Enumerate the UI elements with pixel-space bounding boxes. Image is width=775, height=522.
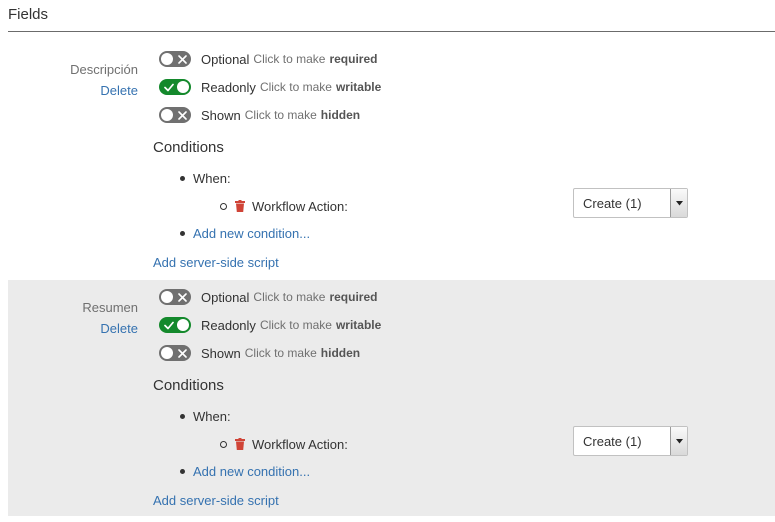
check-icon bbox=[161, 317, 177, 333]
toggle-hint: Click to make bbox=[253, 52, 326, 66]
field-block-resumen: Resumen Delete Optional Click to make re… bbox=[8, 280, 775, 516]
toggle-label: Readonly bbox=[201, 79, 256, 95]
toggle-knob bbox=[161, 347, 173, 359]
add-condition-item: Add new condition... bbox=[180, 224, 310, 242]
workflow-action-label: Workflow Action: bbox=[252, 198, 348, 214]
caret-down-icon[interactable] bbox=[670, 427, 687, 455]
bullet-ring bbox=[220, 440, 227, 448]
add-server-script-link[interactable]: Add server-side script bbox=[153, 493, 279, 508]
workflow-action-label: Workflow Action: bbox=[252, 436, 348, 452]
toggle-hint: Click to make bbox=[259, 318, 332, 332]
workflow-condition: Workflow Action: bbox=[220, 197, 348, 215]
when-item: When: bbox=[180, 407, 231, 425]
trash-icon[interactable] bbox=[235, 438, 245, 450]
toggle-label: Optional bbox=[201, 289, 250, 305]
bullet-dot bbox=[180, 468, 185, 474]
when-label: When: bbox=[193, 408, 231, 424]
check-icon bbox=[161, 79, 177, 95]
workflow-action-select[interactable]: Create (1) bbox=[573, 188, 688, 218]
toggle-hint: Click to make bbox=[253, 290, 326, 304]
add-server-script-link[interactable]: Add server-side script bbox=[153, 255, 279, 270]
section-title: Fields bbox=[8, 6, 49, 23]
x-icon bbox=[174, 107, 190, 123]
trash-icon[interactable] bbox=[235, 200, 245, 212]
toggle-knob bbox=[161, 53, 173, 65]
shown-toggle[interactable] bbox=[159, 107, 191, 123]
toggle-row-optional: Optional Click to make required bbox=[159, 287, 377, 307]
bullet-ring bbox=[220, 202, 227, 210]
x-icon bbox=[174, 345, 190, 361]
optional-toggle[interactable] bbox=[159, 289, 191, 305]
toggle-knob bbox=[177, 319, 189, 331]
toggle-label: Shown bbox=[201, 345, 241, 361]
x-icon bbox=[174, 51, 190, 67]
toggle-row-shown: Shown Click to make hidden bbox=[159, 105, 360, 125]
readonly-toggle[interactable] bbox=[159, 317, 191, 333]
bullet-dot bbox=[180, 175, 185, 181]
workflow-condition: Workflow Action: bbox=[220, 435, 348, 453]
section-divider bbox=[8, 31, 775, 32]
field-block-descripcion: Descripción Delete Optional Click to mak… bbox=[8, 42, 775, 278]
toggle-knob bbox=[161, 109, 173, 121]
toggle-knob bbox=[161, 291, 173, 303]
bullet-dot bbox=[180, 413, 185, 419]
add-condition-link[interactable]: Add new condition... bbox=[193, 464, 310, 479]
toggle-row-optional: Optional Click to make required bbox=[159, 49, 377, 69]
bullet-dot bbox=[180, 230, 185, 236]
field-name: Resumen bbox=[82, 300, 138, 315]
delete-field-link[interactable]: Delete bbox=[100, 83, 138, 98]
when-label: When: bbox=[193, 170, 231, 186]
toggle-hint: Click to make bbox=[244, 108, 317, 122]
toggle-knob bbox=[177, 81, 189, 93]
add-condition-link[interactable]: Add new condition... bbox=[193, 226, 310, 241]
caret-down-icon[interactable] bbox=[670, 189, 687, 217]
delete-field-link[interactable]: Delete bbox=[100, 321, 138, 336]
toggle-action: required bbox=[329, 290, 378, 304]
select-value: Create (1) bbox=[583, 195, 642, 211]
toggle-label: Shown bbox=[201, 107, 241, 123]
toggle-label: Optional bbox=[201, 51, 250, 67]
toggle-label: Readonly bbox=[201, 317, 256, 333]
toggle-action: writable bbox=[335, 318, 382, 332]
select-value: Create (1) bbox=[583, 433, 642, 449]
toggle-row-readonly: Readonly Click to make writable bbox=[159, 77, 381, 97]
toggle-row-shown: Shown Click to make hidden bbox=[159, 343, 360, 363]
toggle-action: hidden bbox=[320, 108, 361, 122]
x-icon bbox=[174, 289, 190, 305]
add-condition-item: Add new condition... bbox=[180, 462, 310, 480]
toggle-action: writable bbox=[335, 80, 382, 94]
readonly-toggle[interactable] bbox=[159, 79, 191, 95]
optional-toggle[interactable] bbox=[159, 51, 191, 67]
toggle-hint: Click to make bbox=[259, 80, 332, 94]
conditions-title: Conditions bbox=[153, 139, 224, 156]
toggle-action: hidden bbox=[320, 346, 361, 360]
when-item: When: bbox=[180, 169, 231, 187]
field-name: Descripción bbox=[70, 62, 138, 77]
workflow-action-select[interactable]: Create (1) bbox=[573, 426, 688, 456]
conditions-title: Conditions bbox=[153, 377, 224, 394]
toggle-action: required bbox=[329, 52, 378, 66]
toggle-hint: Click to make bbox=[244, 346, 317, 360]
toggle-row-readonly: Readonly Click to make writable bbox=[159, 315, 381, 335]
shown-toggle[interactable] bbox=[159, 345, 191, 361]
